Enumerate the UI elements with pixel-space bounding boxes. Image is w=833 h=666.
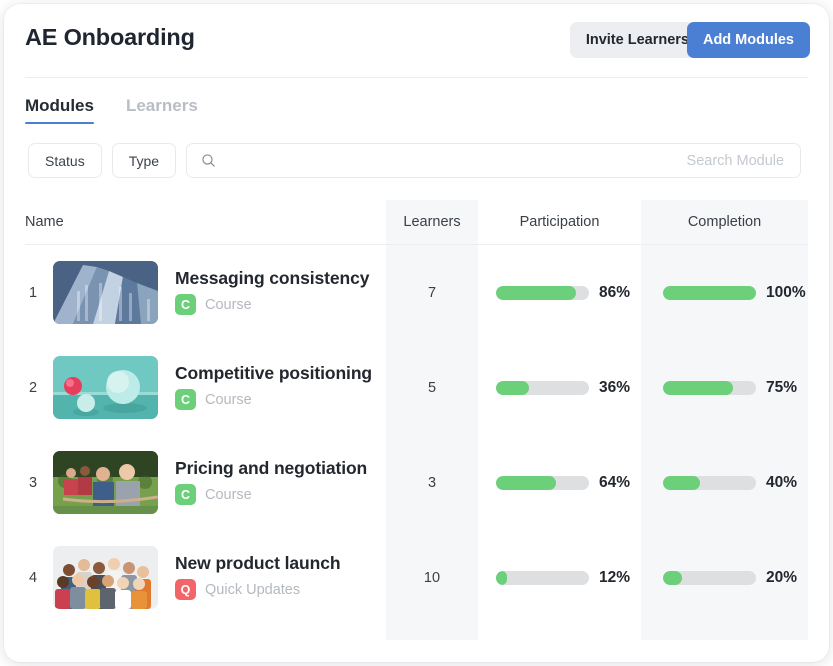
module-type-label: Quick Updates	[205, 582, 300, 598]
row-index: 4	[22, 530, 44, 625]
tab-modules[interactable]: Modules	[25, 96, 94, 124]
invite-learners-button[interactable]: Invite Learners	[570, 22, 705, 58]
search-box[interactable]	[186, 143, 801, 178]
card-header: AE Onboarding Invite Learners Add Module…	[4, 4, 829, 82]
participation-cell: 36%	[478, 340, 641, 435]
module-type: C Course	[175, 389, 372, 410]
completion-bar-track	[663, 476, 756, 490]
module-info: New product launch Q Quick Updates	[175, 530, 340, 625]
module-thumbnail[interactable]	[53, 356, 158, 419]
participation-bar-fill	[496, 476, 556, 490]
participation-bar-fill	[496, 286, 576, 300]
module-type: C Course	[175, 484, 367, 505]
participation-bar-track	[496, 286, 589, 300]
table-body: 1 Messaging consistency C Course 7 86% 100% 2 Co…	[4, 245, 829, 625]
completion-bar-fill	[663, 381, 733, 395]
table-row[interactable]: 4 New product launch Q Quick Updates 10 12% 20…	[4, 530, 829, 625]
module-title[interactable]: Messaging consistency	[175, 270, 369, 288]
module-title[interactable]: New product launch	[175, 555, 340, 573]
add-modules-button[interactable]: Add Modules	[687, 22, 810, 58]
completion-bar-fill	[663, 571, 682, 585]
module-type-badge-icon: C	[175, 484, 196, 505]
completion-bar-fill	[663, 476, 700, 490]
participation-bar-fill	[496, 381, 529, 395]
completion-bar-track	[663, 286, 756, 300]
module-title[interactable]: Competitive positioning	[175, 365, 372, 383]
module-title[interactable]: Pricing and negotiation	[175, 460, 367, 478]
column-header-learners[interactable]: Learners	[386, 200, 478, 244]
type-filter-button[interactable]: Type	[112, 143, 176, 178]
completion-bar-fill	[663, 286, 756, 300]
column-header-completion[interactable]: Completion	[641, 200, 808, 244]
column-header-participation[interactable]: Participation	[478, 200, 641, 244]
module-type-label: Course	[205, 392, 252, 408]
participation-percent: 12%	[599, 569, 630, 587]
participation-bar-track	[496, 381, 589, 395]
table-row[interactable]: 1 Messaging consistency C Course 7 86% 100%	[4, 245, 829, 340]
module-info: Pricing and negotiation C Course	[175, 435, 367, 530]
participation-bar-track	[496, 571, 589, 585]
participation-percent: 64%	[599, 474, 630, 492]
row-index: 3	[22, 435, 44, 530]
module-type-badge-icon: Q	[175, 579, 196, 600]
module-type: C Course	[175, 294, 369, 315]
participation-cell: 64%	[478, 435, 641, 530]
row-index: 1	[22, 245, 44, 340]
learners-count: 3	[386, 435, 478, 530]
search-icon	[201, 153, 216, 168]
participation-cell: 12%	[478, 530, 641, 625]
module-info: Competitive positioning C Course	[175, 340, 372, 435]
module-info: Messaging consistency C Course	[175, 245, 369, 340]
row-index: 2	[22, 340, 44, 435]
module-type-label: Course	[205, 487, 252, 503]
completion-cell: 75%	[641, 340, 808, 435]
status-filter-button[interactable]: Status	[28, 143, 102, 178]
completion-cell: 40%	[641, 435, 808, 530]
filter-bar: Status Type	[28, 143, 801, 178]
tab-learners[interactable]: Learners	[126, 96, 198, 124]
module-type: Q Quick Updates	[175, 579, 340, 600]
page-title: AE Onboarding	[25, 24, 195, 51]
module-thumbnail[interactable]	[53, 451, 158, 514]
table-header-row: Name Learners Participation Completion	[4, 200, 829, 244]
header-divider	[25, 77, 808, 78]
search-input[interactable]	[216, 153, 786, 169]
completion-bar-track	[663, 381, 756, 395]
module-thumbnail[interactable]	[53, 546, 158, 609]
learners-count: 10	[386, 530, 478, 625]
column-header-name[interactable]: Name	[25, 200, 64, 244]
participation-cell: 86%	[478, 245, 641, 340]
learners-count: 5	[386, 340, 478, 435]
modules-card: AE Onboarding Invite Learners Add Module…	[4, 4, 829, 662]
tab-bar: Modules Learners	[25, 96, 198, 124]
participation-bar-fill	[496, 571, 507, 585]
module-type-label: Course	[205, 297, 252, 313]
module-type-badge-icon: C	[175, 389, 196, 410]
completion-percent: 20%	[766, 569, 797, 587]
completion-cell: 20%	[641, 530, 808, 625]
table-row[interactable]: 3 Pricing and negotiation C Course 3 64% 40%	[4, 435, 829, 530]
participation-percent: 36%	[599, 379, 630, 397]
table-row[interactable]: 2 Competitive positioning C Course 5 36% 75%	[4, 340, 829, 435]
completion-cell: 100%	[641, 245, 808, 340]
participation-percent: 86%	[599, 284, 630, 302]
module-thumbnail[interactable]	[53, 261, 158, 324]
completion-bar-track	[663, 571, 756, 585]
completion-percent: 75%	[766, 379, 797, 397]
learners-count: 7	[386, 245, 478, 340]
completion-percent: 100%	[766, 284, 806, 302]
module-type-badge-icon: C	[175, 294, 196, 315]
completion-percent: 40%	[766, 474, 797, 492]
participation-bar-track	[496, 476, 589, 490]
